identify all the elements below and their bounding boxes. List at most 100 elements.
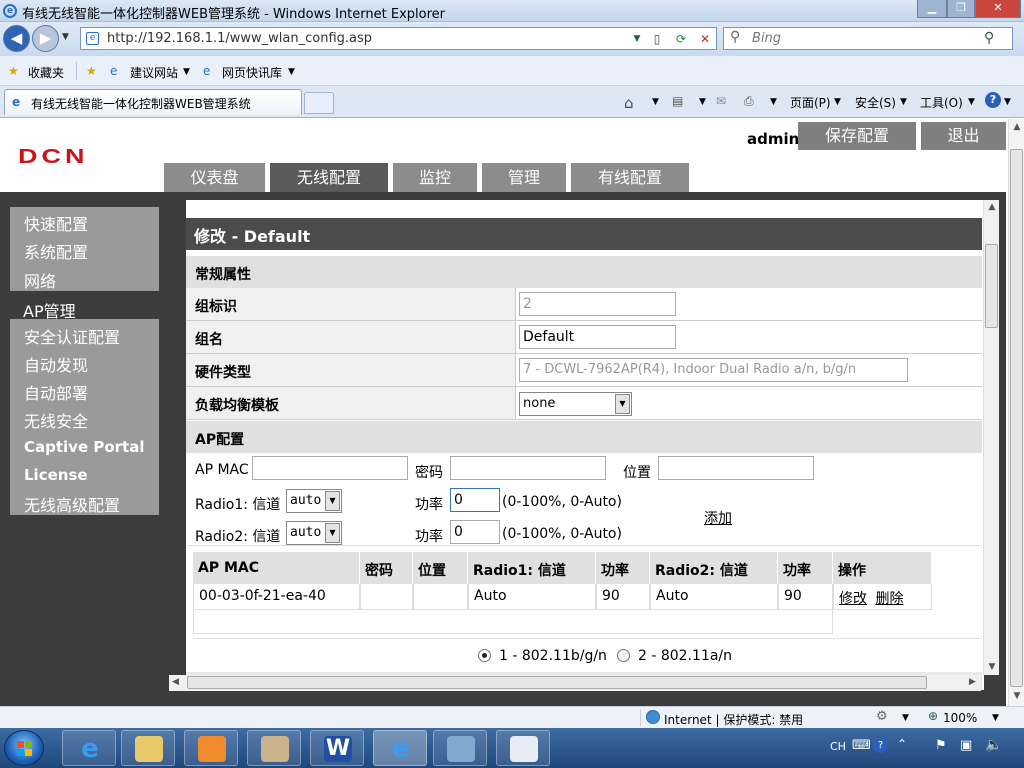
sidebar-item-network[interactable]: 网络: [24, 268, 56, 292]
fav-link-webslice[interactable]: 网页快讯库: [222, 64, 282, 81]
chevron-down-icon[interactable]: ▼: [615, 394, 630, 414]
volume-icon[interactable]: 🔈: [985, 737, 1002, 753]
power2-input[interactable]: 0: [450, 520, 500, 544]
zoom-icon[interactable]: ⊕: [928, 709, 938, 723]
mail-icon[interactable]: ✉: [716, 94, 726, 108]
sidebar-item-security-auth[interactable]: 安全认证配置: [24, 324, 120, 348]
tab-dashboard[interactable]: 仪表盘: [164, 163, 265, 192]
maximize-button[interactable]: ❐: [947, 0, 975, 18]
taskbar-word[interactable]: W: [310, 730, 364, 766]
scroll-down-icon[interactable]: ▼: [984, 662, 1000, 672]
group-name-field[interactable]: Default: [519, 325, 676, 349]
chevron-down-icon[interactable]: ▼: [699, 97, 706, 107]
ap-mac-input[interactable]: [252, 456, 408, 480]
chevron-down-icon[interactable]: ▼: [992, 713, 999, 723]
scroll-thumb[interactable]: [1010, 149, 1023, 687]
back-button[interactable]: ◀: [3, 25, 30, 52]
add-favorite-icon[interactable]: ★: [86, 64, 97, 78]
taskbar-explorer[interactable]: [121, 730, 175, 766]
radio2-channel-select[interactable]: auto ▼: [286, 521, 342, 545]
tab-monitor[interactable]: 监控: [393, 163, 477, 192]
forward-button[interactable]: ▶: [32, 25, 59, 52]
browser-tab[interactable]: e 有线无线智能一体化控制器WEB管理系统: [4, 89, 302, 115]
page-menu[interactable]: 页面(P): [790, 94, 831, 111]
load-balance-select[interactable]: none ▼: [519, 392, 632, 416]
help-icon[interactable]: ?: [985, 92, 1001, 108]
print-icon[interactable]: ⎙: [744, 94, 754, 109]
start-button[interactable]: [4, 730, 44, 766]
chevron-down-icon[interactable]: ▼: [183, 67, 190, 77]
refresh-icon[interactable]: ⟳: [671, 30, 691, 48]
chevron-down-icon[interactable]: ▼: [968, 97, 975, 107]
radio1-channel-select[interactable]: auto ▼: [286, 489, 342, 513]
chevron-down-icon[interactable]: ▼: [652, 97, 659, 107]
taskbar-document[interactable]: [496, 730, 550, 766]
keyboard-icon[interactable]: ⌨: [852, 738, 871, 753]
power1-input[interactable]: 0: [450, 488, 500, 512]
address-bar[interactable]: e http://192.168.1.1/www_wlan_config.asp…: [80, 27, 717, 50]
inner-vertical-scrollbar[interactable]: ▲ ▼: [983, 200, 999, 675]
chevron-down-icon[interactable]: ▼: [900, 97, 907, 107]
inner-horizontal-scrollbar[interactable]: ◀ ▶: [169, 675, 981, 691]
fav-link-suggested[interactable]: 建议网站: [130, 64, 178, 81]
logout-button[interactable]: 退出: [921, 122, 1006, 150]
search-box[interactable]: ⚲ Bing ⚲: [723, 27, 1013, 50]
close-button[interactable]: ✕: [975, 0, 1021, 18]
address-url[interactable]: http://192.168.1.1/www_wlan_config.asp: [107, 31, 372, 46]
taskbar-ie-active[interactable]: e: [373, 730, 427, 766]
scroll-right-icon[interactable]: ▶: [969, 677, 976, 687]
minimize-button[interactable]: ▁: [917, 0, 947, 18]
compat-view-icon[interactable]: ▯: [647, 30, 667, 48]
security-zone-text[interactable]: Internet | 保护模式: 禁用: [664, 711, 803, 728]
scroll-left-icon[interactable]: ◀: [172, 677, 179, 687]
zoom-level[interactable]: 100%: [943, 711, 977, 725]
safety-menu[interactable]: 安全(S): [855, 94, 896, 111]
delete-ap-link[interactable]: 删除: [875, 591, 903, 607]
taskbar-ie[interactable]: e: [62, 730, 116, 766]
feeds-icon[interactable]: ▤: [672, 94, 683, 108]
scroll-thumb[interactable]: [985, 244, 998, 328]
sidebar-item-system-config[interactable]: 系统配置: [24, 239, 88, 263]
network-icon[interactable]: ▣: [960, 738, 972, 753]
tools-menu[interactable]: 工具(O): [920, 94, 963, 111]
stop-icon[interactable]: ✕: [695, 30, 715, 48]
sidebar-item-quick-config[interactable]: 快速配置: [24, 211, 88, 235]
chevron-down-icon[interactable]: ▼: [1004, 97, 1011, 107]
taskbar-media-player[interactable]: [184, 730, 238, 766]
radio-mode-1[interactable]: [478, 649, 491, 662]
edit-ap-link[interactable]: 修改: [839, 591, 867, 607]
chevron-down-icon[interactable]: ▼: [770, 97, 777, 107]
history-dropdown-icon[interactable]: ▼: [62, 32, 69, 42]
sidebar-item-wireless-security[interactable]: 无线安全: [24, 408, 88, 432]
home-icon[interactable]: ⌂: [624, 94, 634, 112]
chevron-down-icon[interactable]: ▼: [325, 491, 340, 511]
sidebar-item-auto-deploy[interactable]: 自动部署: [24, 380, 88, 404]
new-tab-button[interactable]: [304, 92, 334, 114]
tab-wired-config[interactable]: 有线配置: [571, 163, 689, 192]
favorites-button[interactable]: 收藏夹: [28, 64, 64, 81]
tab-management[interactable]: 管理: [482, 163, 566, 192]
chevron-down-icon[interactable]: ▼: [834, 97, 841, 107]
chevron-down-icon[interactable]: ▼: [288, 67, 295, 77]
tray-chevron-icon[interactable]: ⌃: [897, 737, 907, 751]
location-input[interactable]: [658, 456, 814, 480]
page-vertical-scrollbar[interactable]: ▲ ▼: [1008, 119, 1024, 706]
scroll-up-icon[interactable]: ▲: [1009, 122, 1024, 132]
radio-mode-2[interactable]: [617, 649, 630, 662]
taskbar-app[interactable]: [247, 730, 301, 766]
scroll-down-icon[interactable]: ▼: [1009, 691, 1024, 701]
chevron-down-icon[interactable]: ▼: [902, 713, 909, 723]
save-config-button[interactable]: 保存配置: [798, 122, 916, 150]
taskbar-photo-viewer[interactable]: [433, 730, 487, 766]
chevron-down-icon[interactable]: ▼: [325, 523, 340, 543]
scroll-thumb[interactable]: [187, 676, 927, 689]
protected-mode-icon[interactable]: ⚙: [876, 709, 888, 724]
sidebar-item-advanced-wireless[interactable]: 无线高级配置: [24, 492, 120, 516]
sidebar-item-license[interactable]: License: [24, 466, 88, 484]
sidebar-item-captive-portal[interactable]: Captive Portal: [24, 438, 144, 456]
language-indicator[interactable]: CH: [830, 740, 846, 753]
address-dropdown-icon[interactable]: ▼: [627, 30, 647, 48]
add-ap-link[interactable]: 添加: [704, 508, 732, 528]
password-input[interactable]: [450, 456, 606, 480]
sidebar-item-auto-discovery[interactable]: 自动发现: [24, 352, 88, 376]
